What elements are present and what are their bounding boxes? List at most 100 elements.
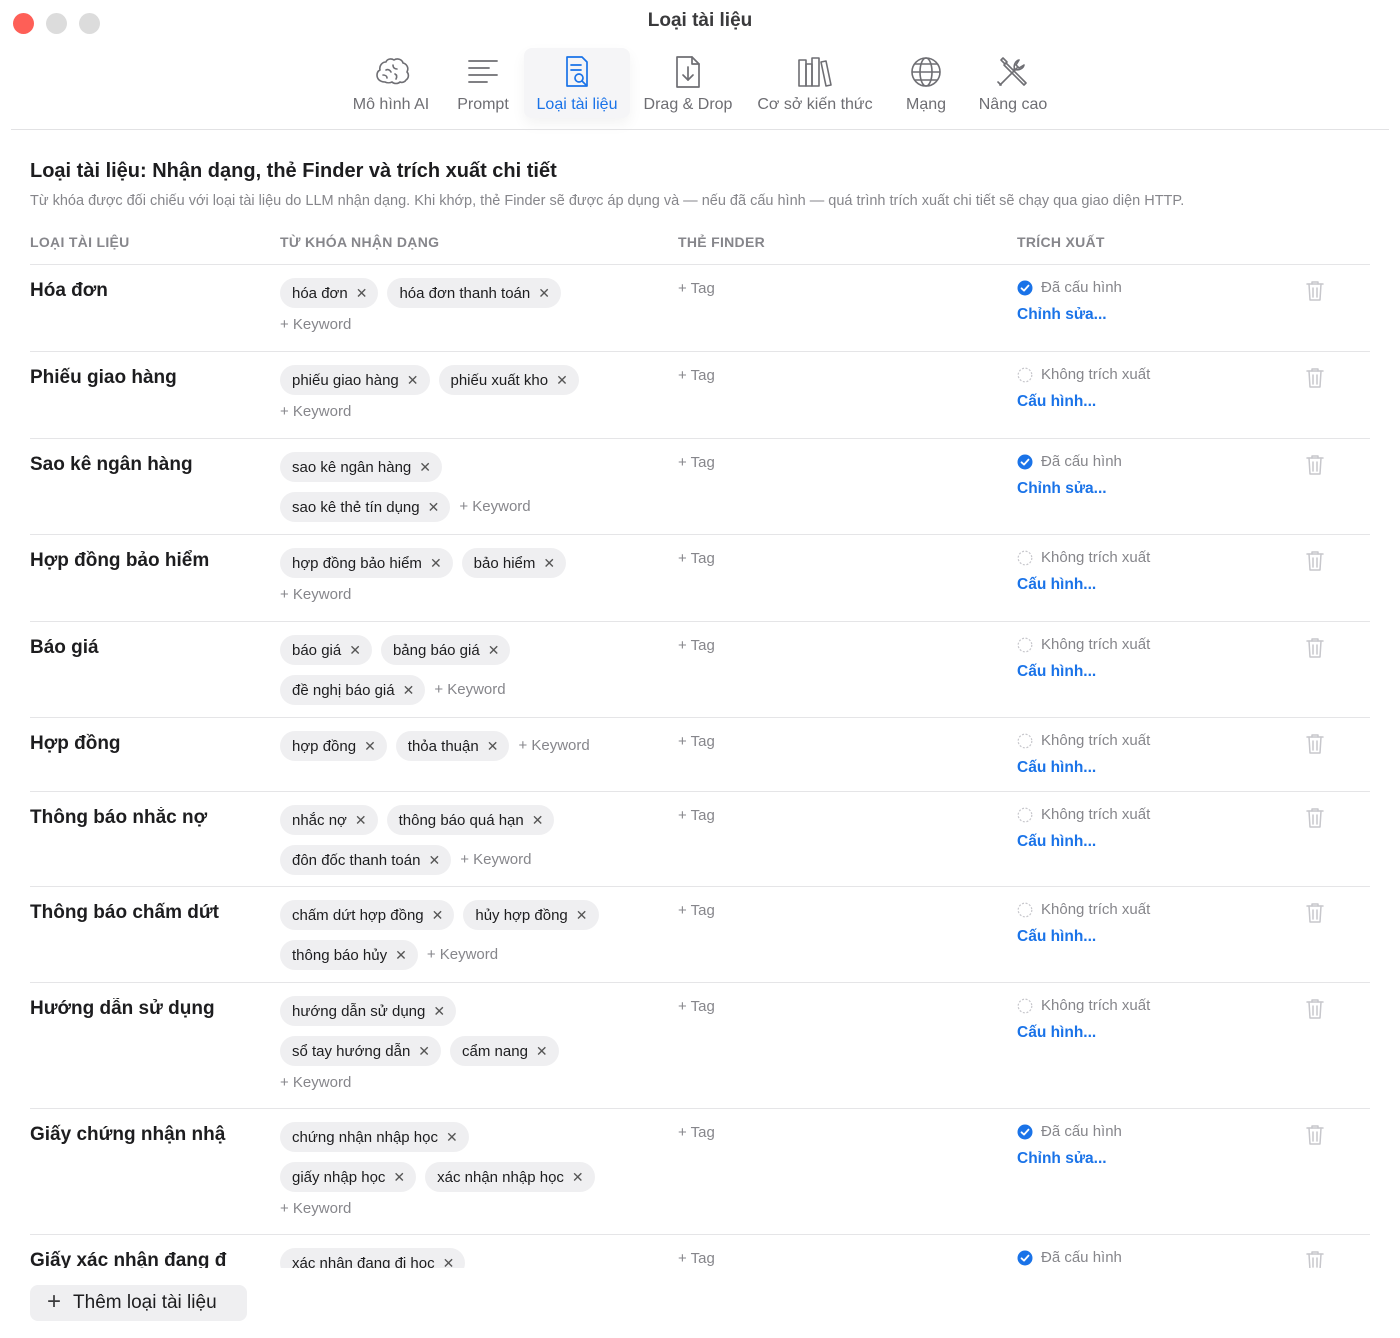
- remove-keyword-icon[interactable]: ✕: [488, 642, 500, 659]
- keyword-text: cẩm nang: [462, 1042, 528, 1060]
- trash-icon[interactable]: [1304, 1123, 1326, 1147]
- remove-keyword-icon[interactable]: ✕: [403, 682, 415, 699]
- configure-extraction-link[interactable]: Cấu hình...: [1017, 833, 1150, 851]
- keyword-text: hủy hợp đồng: [475, 906, 568, 924]
- add-keyword-button[interactable]: + Keyword: [280, 1072, 631, 1094]
- keyword-text: thông báo quá hạn: [398, 811, 524, 829]
- configure-extraction-link[interactable]: Cấu hình...: [1017, 928, 1150, 946]
- table-row: Giấy chứng nhận nhậ chứng nhận nhập học ✕ g…: [30, 1108, 1370, 1234]
- trash-icon[interactable]: [1304, 279, 1326, 303]
- tab-label: Mô hình AI: [352, 96, 430, 113]
- add-tag-button[interactable]: + Tag: [678, 807, 715, 824]
- tab-advanced[interactable]: Nâng cao: [970, 48, 1056, 118]
- edit-extraction-link[interactable]: Chỉnh sửa...: [1017, 306, 1122, 324]
- tab-knowledge-base[interactable]: Cơ sở kiến thức: [750, 48, 880, 118]
- trash-icon[interactable]: [1304, 997, 1326, 1021]
- add-tag-button[interactable]: + Tag: [678, 550, 715, 567]
- add-keyword-button[interactable]: + Keyword: [434, 675, 505, 705]
- remove-keyword-icon[interactable]: ✕: [536, 1043, 548, 1060]
- table-row: Báo giá báo giá ✕ bảng báo giá ✕ đề nghị báo …: [30, 621, 1370, 717]
- column-header-type: LOẠI TÀI LIỆU: [30, 234, 130, 250]
- remove-keyword-icon[interactable]: ✕: [432, 907, 444, 924]
- remove-keyword-icon[interactable]: ✕: [538, 285, 550, 302]
- remove-keyword-icon[interactable]: ✕: [443, 1255, 455, 1269]
- remove-keyword-icon[interactable]: ✕: [419, 459, 431, 476]
- remove-keyword-icon[interactable]: ✕: [433, 1003, 445, 1020]
- add-tag-button[interactable]: + Tag: [678, 637, 715, 654]
- table-row: Thông báo chấm dứt chấm dứt hợp đồng ✕ hủy …: [30, 886, 1370, 982]
- trash-icon[interactable]: [1304, 453, 1326, 477]
- remove-keyword-icon[interactable]: ✕: [543, 555, 555, 572]
- configure-extraction-link[interactable]: Cấu hình...: [1017, 663, 1150, 681]
- trash-icon[interactable]: [1304, 636, 1326, 660]
- toolbar-divider: [11, 129, 1389, 130]
- trash-icon[interactable]: [1304, 806, 1326, 830]
- keyword-chip: hướng dẫn sử dụng ✕: [280, 996, 457, 1026]
- trash-icon[interactable]: [1304, 366, 1326, 390]
- remove-keyword-icon[interactable]: ✕: [428, 852, 440, 869]
- extraction-status: Đã cấu hình: [1017, 1249, 1122, 1266]
- remove-keyword-icon[interactable]: ✕: [487, 738, 499, 755]
- add-keyword-button[interactable]: + Keyword: [459, 492, 530, 522]
- keyword-chip: báo giá ✕: [280, 635, 372, 665]
- remove-keyword-icon[interactable]: ✕: [349, 642, 361, 659]
- trash-icon[interactable]: [1304, 549, 1326, 573]
- table-row: Hợp đồng hợp đồng ✕ thỏa thuận ✕ + Keyword + T…: [30, 717, 1370, 791]
- remove-keyword-icon[interactable]: ✕: [446, 1129, 458, 1146]
- configure-extraction-link[interactable]: Cấu hình...: [1017, 759, 1150, 777]
- add-tag-button[interactable]: + Tag: [678, 998, 715, 1015]
- edit-extraction-link[interactable]: Chỉnh sửa...: [1017, 1150, 1122, 1168]
- extraction-cell: Đã cấu hình Chỉnh sửa...: [1017, 1123, 1122, 1168]
- remove-keyword-icon[interactable]: ✕: [364, 738, 376, 755]
- tab-document-types[interactable]: Loại tài liệu: [524, 48, 630, 118]
- tab-ai-model[interactable]: Mô hình AI: [344, 48, 438, 118]
- configure-extraction-link[interactable]: Cấu hình...: [1017, 1024, 1150, 1042]
- edit-extraction-link[interactable]: Chỉnh sửa...: [1017, 480, 1122, 498]
- extraction-status-text: Không trích xuất: [1041, 732, 1151, 749]
- trash-icon[interactable]: [1304, 1249, 1326, 1268]
- add-document-type-button[interactable]: + Thêm loại tài liệu: [30, 1285, 247, 1321]
- check-circle-icon: [1017, 1124, 1033, 1139]
- add-keyword-button[interactable]: + Keyword: [280, 1198, 631, 1220]
- remove-keyword-icon[interactable]: ✕: [428, 499, 440, 516]
- trash-icon[interactable]: [1304, 732, 1326, 756]
- remove-keyword-icon[interactable]: ✕: [532, 812, 544, 829]
- tab-drag-drop[interactable]: Drag & Drop: [636, 48, 740, 118]
- remove-keyword-icon[interactable]: ✕: [355, 812, 367, 829]
- add-tag-button[interactable]: + Tag: [678, 1250, 715, 1267]
- tab-prompt[interactable]: Prompt: [448, 48, 518, 118]
- trash-icon[interactable]: [1304, 901, 1326, 925]
- configure-extraction-link[interactable]: Cấu hình...: [1017, 393, 1150, 411]
- add-keyword-button[interactable]: + Keyword: [280, 314, 631, 336]
- add-tag-button[interactable]: + Tag: [678, 454, 715, 471]
- add-keyword-button[interactable]: + Keyword: [280, 584, 631, 606]
- remove-keyword-icon[interactable]: ✕: [556, 372, 568, 389]
- window-title: Loại tài liệu: [647, 10, 753, 31]
- add-tag-button[interactable]: + Tag: [678, 1124, 715, 1141]
- remove-keyword-icon[interactable]: ✕: [576, 907, 588, 924]
- remove-keyword-icon[interactable]: ✕: [572, 1169, 584, 1186]
- configure-extraction-link[interactable]: Cấu hình...: [1017, 576, 1150, 594]
- tab-network[interactable]: Mạng: [898, 48, 954, 118]
- add-tag-button[interactable]: + Tag: [678, 733, 715, 750]
- add-tag-button[interactable]: + Tag: [678, 367, 715, 384]
- add-tag-button[interactable]: + Tag: [678, 902, 715, 919]
- document-type-name: Hợp đồng bảo hiểm: [30, 550, 210, 571]
- keyword-text: giấy nhập học: [292, 1168, 386, 1186]
- keyword-text: hóa đơn thanh toán: [399, 284, 531, 302]
- add-keyword-button[interactable]: + Keyword: [427, 940, 498, 970]
- remove-keyword-icon[interactable]: ✕: [393, 1169, 405, 1186]
- remove-keyword-icon[interactable]: ✕: [395, 947, 407, 964]
- keyword-chip: thông báo hủy ✕: [280, 940, 418, 970]
- remove-keyword-icon[interactable]: ✕: [418, 1043, 430, 1060]
- add-keyword-button[interactable]: + Keyword: [460, 845, 531, 875]
- add-keyword-button[interactable]: + Keyword: [280, 401, 631, 423]
- settings-window: Loại tài liệu Mô hình AI Prompt Loại tài…: [0, 0, 1400, 1338]
- keyword-text: bảng báo giá: [392, 641, 480, 659]
- remove-keyword-icon[interactable]: ✕: [430, 555, 442, 572]
- remove-keyword-icon[interactable]: ✕: [356, 285, 368, 302]
- add-tag-button[interactable]: + Tag: [678, 280, 715, 297]
- add-keyword-button[interactable]: + Keyword: [518, 731, 589, 761]
- remove-keyword-icon[interactable]: ✕: [407, 372, 419, 389]
- extraction-status-text: Đã cấu hình: [1041, 453, 1122, 470]
